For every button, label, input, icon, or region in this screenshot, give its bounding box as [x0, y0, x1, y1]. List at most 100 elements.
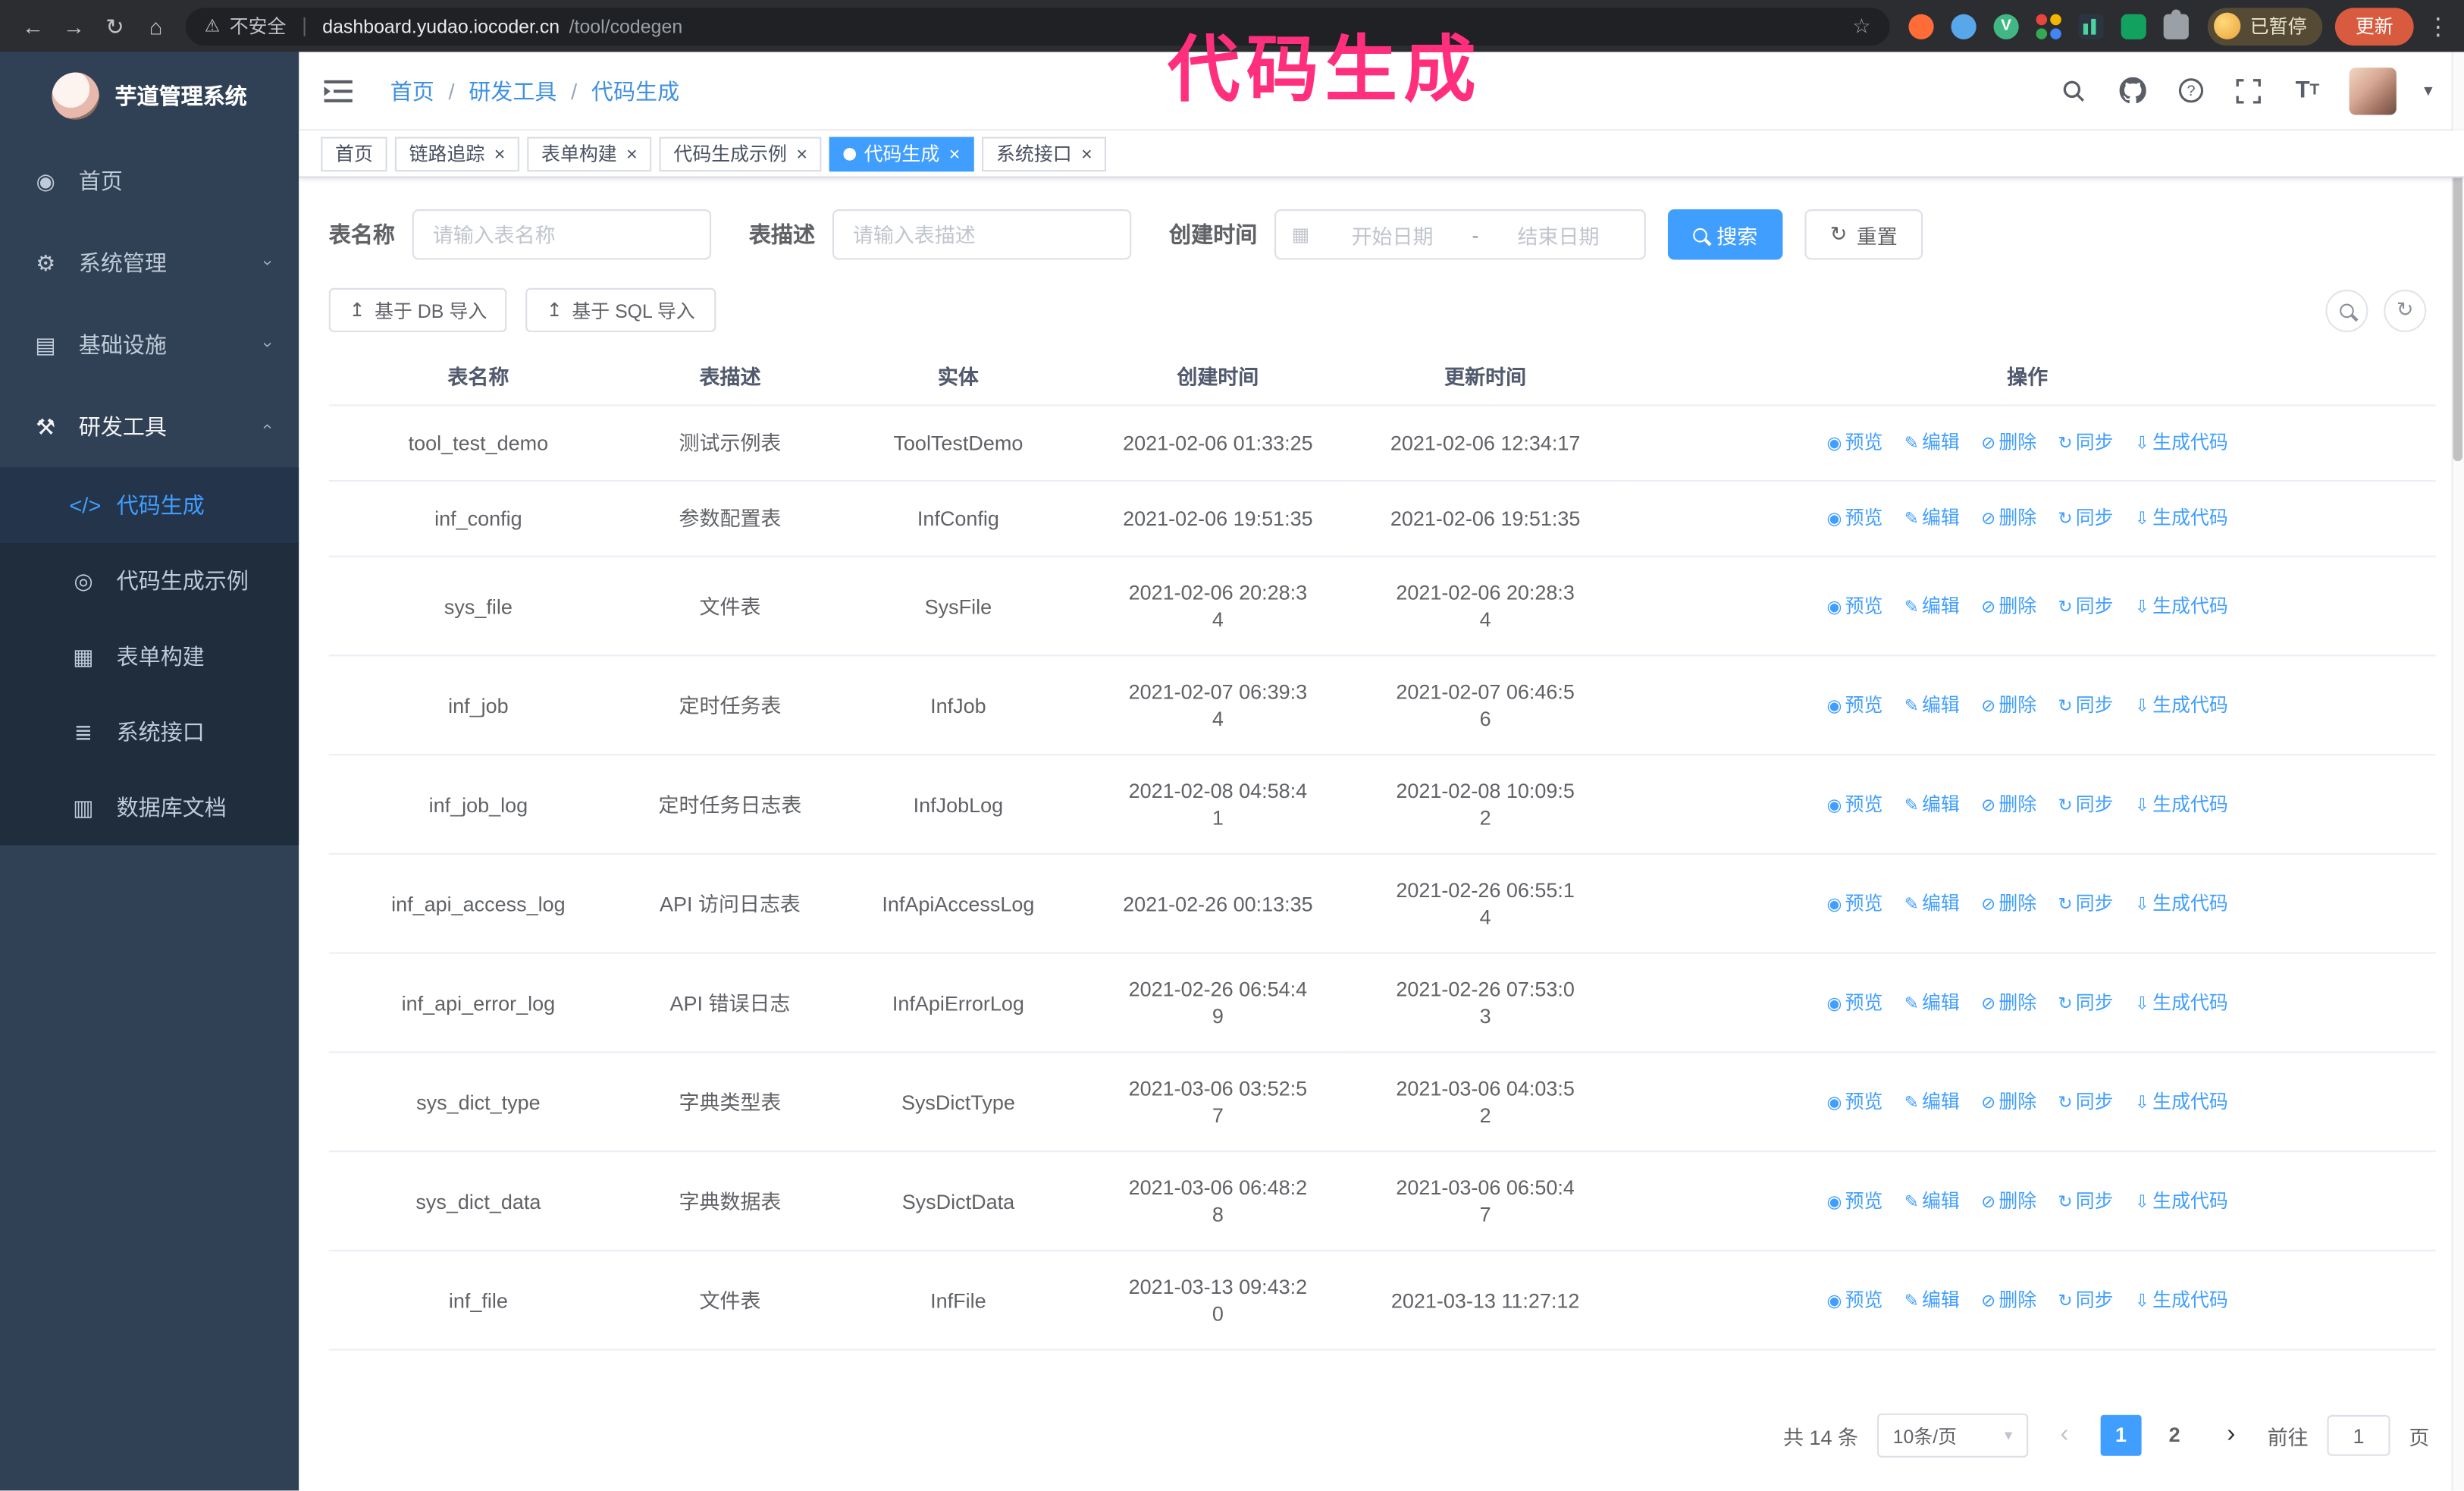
app-logo[interactable]: 芋道管理系统 [0, 52, 299, 140]
sidebar-menu-item[interactable]: ⚒ 研发工具 [0, 385, 299, 467]
sync-link[interactable]: ↻ 同步 [2058, 1289, 2113, 1311]
sync-link[interactable]: ↻ 同步 [2058, 1189, 2113, 1211]
bookmark-star-icon[interactable] [1852, 14, 1870, 39]
browser-menu-icon[interactable] [2426, 12, 2448, 40]
chevron-down-icon[interactable] [2424, 80, 2432, 101]
browser-reload-button[interactable] [98, 8, 133, 43]
address-bar[interactable]: 不安全 dashboard.yudao.iocoder.cn/tool/code… [185, 7, 1890, 46]
date-range-picker[interactable]: 开始日期 - 结束日期 [1274, 209, 1646, 260]
sidebar-submenu-item[interactable]: ≣ 系统接口 [0, 694, 299, 770]
preview-link[interactable]: ◉ 预览 [1826, 594, 1882, 616]
edit-link[interactable]: ✎ 编辑 [1904, 990, 1960, 1012]
search-button[interactable]: 搜索 [1667, 209, 1783, 260]
extension-orange-icon[interactable] [1908, 13, 1934, 39]
table-desc-input[interactable] [832, 209, 1132, 260]
delete-link[interactable]: ⊘ 删除 [1981, 990, 2036, 1012]
sync-link[interactable]: ↻ 同步 [2058, 892, 2113, 914]
extension-green-v-icon[interactable] [1993, 13, 2019, 39]
preview-link[interactable]: ◉ 预览 [1826, 693, 1882, 715]
generate-code-link[interactable]: ⇩ 生成代码 [2135, 990, 2228, 1012]
tab[interactable]: 代码生成示例 [659, 136, 822, 171]
close-icon[interactable] [494, 144, 506, 163]
generate-code-link[interactable]: ⇩ 生成代码 [2135, 693, 2228, 715]
sidebar-submenu-item[interactable]: ▥ 数据库文档 [0, 770, 299, 846]
sidebar-menu-item[interactable]: ▤ 基础设施 [0, 304, 299, 386]
extension-dark-chart-icon[interactable] [2078, 13, 2104, 39]
page-number-button[interactable]: 2 [2154, 1415, 2195, 1456]
preview-link[interactable]: ◉ 预览 [1826, 507, 1882, 529]
sync-link[interactable]: ↻ 同步 [2058, 1090, 2113, 1112]
preview-link[interactable]: ◉ 预览 [1826, 1090, 1882, 1112]
page-size-select[interactable]: 10条/页 [1876, 1413, 2029, 1458]
font-size-icon[interactable] [2292, 75, 2324, 107]
preview-link[interactable]: ◉ 预览 [1826, 1289, 1882, 1311]
delete-link[interactable]: ⊘ 删除 [1981, 507, 2036, 529]
reset-button[interactable]: 重置 [1804, 209, 1923, 260]
refresh-table-button[interactable] [2384, 288, 2427, 331]
scrollbar-thumb[interactable] [2453, 162, 2463, 462]
extension-colorful-icon[interactable] [2036, 13, 2061, 39]
preview-link[interactable]: ◉ 预览 [1826, 892, 1882, 914]
goto-page-input[interactable] [2327, 1414, 2390, 1456]
prev-page-button[interactable] [2047, 1421, 2082, 1449]
preview-link[interactable]: ◉ 预览 [1826, 793, 1882, 815]
sidebar-toggle-icon[interactable] [324, 77, 356, 105]
page-number-button[interactable]: 1 [2100, 1414, 2142, 1456]
help-icon[interactable]: ? [2175, 75, 2207, 107]
generate-code-link[interactable]: ⇩ 生成代码 [2135, 594, 2228, 616]
extension-green-icon[interactable] [2121, 13, 2146, 39]
tab[interactable]: 系统接口 [982, 136, 1107, 171]
github-icon[interactable] [2117, 75, 2149, 107]
browser-home-button[interactable] [139, 8, 174, 43]
close-icon[interactable] [796, 144, 807, 163]
sidebar-submenu-item[interactable]: ▦ 表单构建 [0, 619, 299, 695]
delete-link[interactable]: ⊘ 删除 [1981, 1090, 2036, 1112]
profile-paused-chip[interactable]: 已暂停 [2207, 7, 2323, 46]
delete-link[interactable]: ⊘ 删除 [1981, 793, 2036, 815]
sidebar-submenu-item[interactable]: </> 代码生成 [0, 467, 299, 544]
tab[interactable]: 首页 [321, 136, 387, 171]
edit-link[interactable]: ✎ 编辑 [1904, 1189, 1960, 1211]
sidebar-submenu-item[interactable]: ◎ 代码生成示例 [0, 543, 299, 619]
edit-link[interactable]: ✎ 编辑 [1904, 1289, 1960, 1311]
close-icon[interactable] [949, 144, 961, 163]
generate-code-link[interactable]: ⇩ 生成代码 [2135, 892, 2228, 914]
import-db-button[interactable]: 基于 DB 导入 [328, 287, 508, 332]
edit-link[interactable]: ✎ 编辑 [1904, 693, 1960, 715]
sync-link[interactable]: ↻ 同步 [2058, 693, 2113, 715]
scrollbar-track[interactable] [2451, 52, 2464, 1491]
search-icon[interactable] [2059, 75, 2091, 107]
generate-code-link[interactable]: ⇩ 生成代码 [2135, 793, 2228, 815]
generate-code-link[interactable]: ⇩ 生成代码 [2135, 1189, 2228, 1211]
preview-link[interactable]: ◉ 预览 [1826, 432, 1882, 454]
delete-link[interactable]: ⊘ 删除 [1981, 432, 2036, 454]
delete-link[interactable]: ⊘ 删除 [1981, 693, 2036, 715]
edit-link[interactable]: ✎ 编辑 [1904, 892, 1960, 914]
table-name-input[interactable] [412, 209, 712, 260]
fullscreen-icon[interactable] [2234, 75, 2265, 107]
sidebar-menu-item[interactable]: ⚙ 系统管理 [0, 222, 299, 304]
extensions-puzzle-icon[interactable] [2163, 8, 2189, 39]
edit-link[interactable]: ✎ 编辑 [1904, 432, 1960, 454]
delete-link[interactable]: ⊘ 删除 [1981, 1189, 2036, 1211]
sync-link[interactable]: ↻ 同步 [2058, 432, 2113, 454]
browser-back-button[interactable] [16, 8, 51, 43]
import-sql-button[interactable]: 基于 SQL 导入 [526, 287, 716, 332]
tab[interactable]: 链路追踪 [394, 136, 519, 171]
delete-link[interactable]: ⊘ 删除 [1981, 892, 2036, 914]
edit-link[interactable]: ✎ 编辑 [1904, 594, 1960, 616]
sync-link[interactable]: ↻ 同步 [2058, 990, 2113, 1012]
breadcrumb-devtools[interactable]: 研发工具 [469, 75, 556, 107]
edit-link[interactable]: ✎ 编辑 [1904, 507, 1960, 529]
generate-code-link[interactable]: ⇩ 生成代码 [2135, 1090, 2228, 1112]
browser-forward-button[interactable] [57, 8, 92, 43]
toggle-search-button[interactable] [2325, 288, 2368, 331]
close-icon[interactable] [1081, 144, 1092, 163]
browser-update-button[interactable]: 更新 [2334, 7, 2414, 46]
sync-link[interactable]: ↻ 同步 [2058, 507, 2113, 529]
breadcrumb-home[interactable]: 首页 [390, 75, 434, 107]
extension-blue-icon[interactable] [1951, 13, 1977, 39]
tab[interactable]: 代码生成 [829, 136, 974, 171]
close-icon[interactable] [626, 144, 638, 163]
tab[interactable]: 表单构建 [527, 136, 652, 171]
